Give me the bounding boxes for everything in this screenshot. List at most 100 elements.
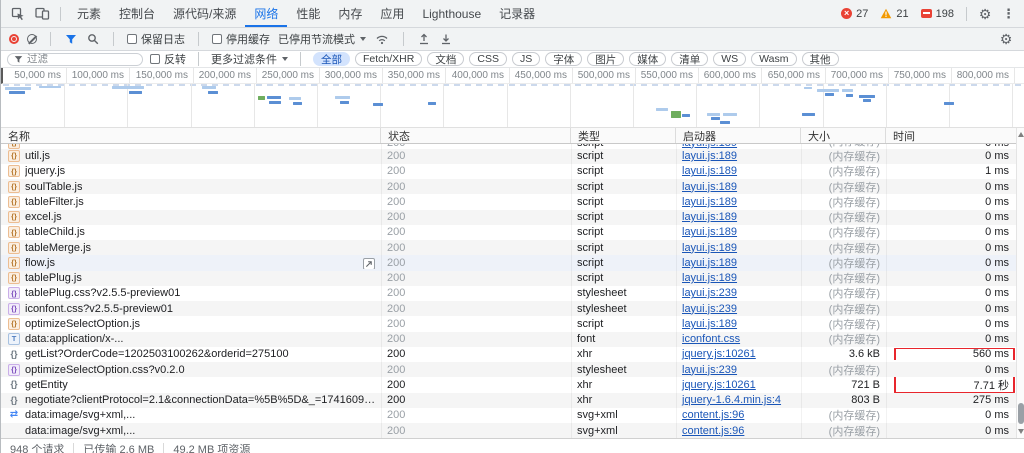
initiator-link[interactable]: content.js:96: [682, 425, 744, 437]
initiator-link[interactable]: jquery.js:10261: [682, 348, 756, 360]
network-settings-gear-icon[interactable]: ⚙: [995, 28, 1017, 50]
chevron-down-icon: [360, 37, 366, 41]
tab-sources[interactable]: 源代码/来源: [164, 0, 245, 27]
column-header-size[interactable]: 大小: [801, 128, 886, 143]
filter-chip-doc[interactable]: 文档: [427, 52, 464, 66]
initiator-link[interactable]: layui.js:189: [682, 150, 737, 162]
table-row[interactable]: {}tablePlug.css?v2.5.5-preview01200style…: [1, 286, 1024, 301]
search-icon[interactable]: [86, 28, 100, 50]
initiator-link[interactable]: layui.js:189: [682, 196, 737, 208]
more-options-icon[interactable]: ⋮: [998, 6, 1019, 22]
filter-chip-fetch-xhr[interactable]: Fetch/XHR: [355, 52, 422, 66]
more-filters-dropdown[interactable]: 更多过滤条件: [211, 51, 288, 67]
filter-chip-wasm[interactable]: Wasm: [751, 52, 796, 66]
filter-chip-other[interactable]: 其他: [802, 52, 839, 66]
table-row[interactable]: {}iconfont.css?v2.5.5-preview01200styles…: [1, 301, 1024, 316]
tab-lighthouse[interactable]: Lighthouse: [413, 0, 490, 27]
initiator-link[interactable]: layui.js:239: [682, 287, 737, 299]
tab-console[interactable]: 控制台: [110, 0, 164, 27]
table-row[interactable]: ⇄data:image/svg+xml,...200svg+xmlcontent…: [1, 408, 1024, 423]
console-errors-badge[interactable]: ×27: [841, 8, 868, 20]
initiator-link[interactable]: layui.js:189: [682, 226, 737, 238]
filter-chip-img[interactable]: 图片: [587, 52, 624, 66]
table-row[interactable]: {}tableChild.js200scriptlayui.js:189(内存缓…: [1, 225, 1024, 240]
initiator-link[interactable]: layui.js:239: [682, 303, 737, 315]
initiator-link[interactable]: layui.js:189: [682, 242, 737, 254]
column-header-initiator[interactable]: 启动器: [676, 128, 801, 143]
timeline-ruler[interactable]: 50,000 ms100,000 ms150,000 ms200,000 ms2…: [1, 68, 1024, 84]
table-row[interactable]: {}getEntity200xhrjquery.js:10261721 B7.7…: [1, 377, 1024, 392]
console-warnings-badge[interactable]: 21: [880, 8, 908, 20]
divider: [966, 7, 967, 21]
table-row[interactable]: data:image/svg+xml,...200svg+xmlcontent.…: [1, 423, 1024, 438]
scroll-down-arrow-icon[interactable]: [1018, 429, 1024, 434]
table-row[interactable]: {}util.js200scriptlayui.js:189(内存缓存)0 ms: [1, 149, 1024, 164]
inspect-element-icon[interactable]: [7, 3, 29, 25]
reveal-request-icon[interactable]: [363, 258, 375, 269]
table-row[interactable]: {}soulTable.js200scriptlayui.js:189(内存缓存…: [1, 179, 1024, 194]
table-row[interactable]: {}flow.js200scriptlayui.js:189(内存缓存)0 ms: [1, 255, 1024, 270]
scroll-up-arrow-icon[interactable]: [1018, 132, 1024, 137]
preserve-log-checkbox[interactable]: 保留日志: [127, 31, 185, 47]
tab-elements[interactable]: 元素: [68, 0, 110, 27]
filter-chip-all[interactable]: 全部: [313, 52, 350, 66]
issues-badge[interactable]: 198: [921, 8, 954, 20]
scrollbar-thumb[interactable]: [1018, 403, 1024, 424]
initiator-link[interactable]: content.js:96: [682, 409, 744, 421]
timeline-tick-label: 750,000 ms: [878, 70, 946, 81]
network-conditions-wifi-icon[interactable]: [374, 28, 390, 50]
initiator-link[interactable]: jquery.js:10261: [682, 379, 756, 391]
initiator-link[interactable]: layui.js:189: [682, 257, 737, 269]
device-toolbar-icon[interactable]: [31, 3, 53, 25]
filter-chip-ws[interactable]: WS: [713, 52, 746, 66]
vertical-scrollbar[interactable]: [1016, 128, 1024, 438]
column-header-time[interactable]: 时间: [886, 128, 1016, 143]
table-row[interactable]: {}optimizeSelectOption.css?v0.2.0200styl…: [1, 362, 1024, 377]
clear-network-log-button[interactable]: [27, 34, 37, 44]
initiator-link[interactable]: layui.js:189: [682, 272, 737, 284]
table-row[interactable]: {}tableFilter.js200scriptlayui.js:189(内存…: [1, 194, 1024, 209]
filter-chip-js[interactable]: JS: [512, 52, 540, 66]
network-overview-waterfall[interactable]: [1, 84, 1024, 128]
column-header-name[interactable]: 名称: [1, 128, 381, 143]
table-row[interactable]: {}optimizeSelectOption.js200scriptlayui.…: [1, 316, 1024, 331]
table-row[interactable]: {}tablePlug.js200scriptlayui.js:189(内存缓存…: [1, 271, 1024, 286]
filter-input[interactable]: [27, 53, 127, 65]
column-header-status[interactable]: 状态: [381, 128, 571, 143]
filter-funnel-icon[interactable]: [64, 28, 78, 50]
export-har-icon[interactable]: [439, 28, 453, 50]
tab-memory[interactable]: 内存: [329, 0, 371, 27]
table-row[interactable]: {}negotiate?clientProtocol=2.1&connectio…: [1, 393, 1024, 408]
overview-request-bar: [373, 103, 383, 106]
invert-filter-checkbox[interactable]: 反转: [150, 51, 186, 67]
settings-gear-icon[interactable]: ⚙: [974, 3, 996, 25]
initiator-link[interactable]: layui.js:189: [682, 181, 737, 193]
tab-performance[interactable]: 性能: [287, 0, 329, 27]
disable-cache-checkbox[interactable]: 停用缓存: [212, 31, 270, 47]
xhr-file-icon: {}: [8, 379, 20, 391]
initiator-link[interactable]: layui.js:189: [682, 165, 737, 177]
initiator-link[interactable]: jquery-1.6.4.min.js:4: [682, 394, 781, 406]
throttling-dropdown[interactable]: 已停用节流模式: [278, 31, 366, 47]
tab-recorder[interactable]: 记录器: [490, 0, 544, 27]
table-row[interactable]: {}jquery.js200scriptlayui.js:189(内存缓存)1 …: [1, 164, 1024, 179]
stylesheet-file-icon: {}: [8, 287, 20, 299]
table-row[interactable]: {}tableMerge.js200scriptlayui.js:189(内存缓…: [1, 240, 1024, 255]
table-row[interactable]: Tdata:application/x-...200fonticonfont.c…: [1, 332, 1024, 347]
filter-chip-font[interactable]: 字体: [545, 52, 582, 66]
import-har-icon[interactable]: [417, 28, 431, 50]
record-network-log-button[interactable]: [9, 34, 19, 44]
cell-name: {}flow.js: [1, 257, 381, 269]
table-row[interactable]: {}excel.js200scriptlayui.js:189(内存缓存)0 m…: [1, 210, 1024, 225]
filter-chip-manifest[interactable]: 清单: [671, 52, 708, 66]
tab-application[interactable]: 应用: [371, 0, 413, 27]
table-row[interactable]: {}getList?OrderCode=1202503100262&orderi…: [1, 347, 1024, 362]
initiator-link[interactable]: iconfont.css: [682, 333, 740, 345]
filter-chip-css[interactable]: CSS: [469, 52, 507, 66]
initiator-link[interactable]: layui.js:189: [682, 211, 737, 223]
filter-chip-media[interactable]: 媒体: [629, 52, 666, 66]
column-header-type[interactable]: 类型: [571, 128, 676, 143]
initiator-link[interactable]: layui.js:239: [682, 364, 737, 376]
tab-network[interactable]: 网络: [245, 0, 287, 27]
initiator-link[interactable]: layui.js:189: [682, 318, 737, 330]
